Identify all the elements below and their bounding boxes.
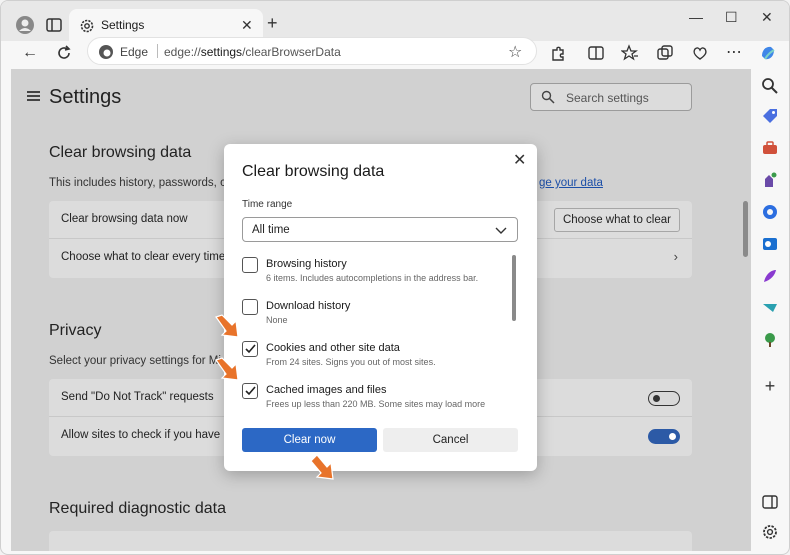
close-tab-icon[interactable]: ✕	[241, 17, 253, 34]
privacy-heading: Privacy	[49, 322, 102, 339]
clear-browsing-description: This includes history, passwords, coo	[49, 177, 239, 189]
address-separator	[157, 44, 158, 58]
dialog-title: Clear browsing data	[242, 163, 385, 180]
settings-header: Settings Search settings	[11, 69, 751, 127]
download-history-checkbox[interactable]	[242, 299, 258, 315]
split-screen-icon[interactable]	[587, 44, 605, 62]
choose-what-to-clear-button[interactable]: Choose what to clear	[553, 208, 680, 232]
hide-sidebar-icon[interactable]	[761, 493, 779, 511]
clear-browsing-dialog: Clear browsing data ✕ Time range All tim…	[224, 144, 537, 471]
cancel-button[interactable]: Cancel	[383, 428, 518, 452]
annotation-arrow-icon	[215, 314, 239, 338]
profile-icon[interactable]	[15, 15, 35, 35]
checkmark-icon	[245, 386, 256, 396]
option-download-history[interactable]: Download history None	[242, 299, 502, 335]
time-range-label: Time range	[242, 199, 293, 210]
favorite-star-icon[interactable]: ☆	[508, 42, 522, 62]
search-icon	[541, 90, 555, 104]
refresh-icon[interactable]	[55, 44, 73, 62]
option-browsing-history[interactable]: Browsing history 6 items. Includes autoc…	[242, 257, 502, 293]
more-options-icon[interactable]: ⋯	[725, 44, 743, 62]
back-icon[interactable]: ←	[21, 44, 39, 62]
dialog-scrollbar[interactable]	[512, 255, 516, 321]
checkmark-icon	[245, 344, 256, 354]
window-close-icon[interactable]: ✕	[761, 9, 773, 26]
do-not-track-toggle[interactable]	[648, 391, 680, 406]
diagnostic-card	[49, 531, 692, 551]
new-tab-icon[interactable]: +	[267, 14, 278, 32]
navigation-toolbar: ← Edge edge://settings/clearBrowserData …	[1, 37, 789, 67]
search-placeholder: Search settings	[566, 91, 649, 105]
microsoft-365-icon[interactable]	[761, 203, 779, 221]
collections-icon[interactable]	[656, 44, 674, 62]
extensions-icon[interactable]	[549, 44, 567, 62]
minimize-icon[interactable]: —	[689, 9, 703, 25]
cached-images-checkbox[interactable]	[242, 383, 258, 399]
designer-icon[interactable]	[761, 267, 779, 285]
clear-browsing-heading: Clear browsing data	[49, 144, 192, 161]
gear-icon	[80, 19, 94, 33]
menu-icon[interactable]	[27, 91, 40, 101]
games-icon[interactable]	[761, 171, 779, 189]
tab-title: Settings	[101, 18, 145, 32]
option-sub: Frees up less than 220 MB. Some sites ma…	[266, 399, 486, 409]
search-icon[interactable]	[761, 77, 779, 95]
chevron-down-icon	[495, 227, 507, 234]
drop-icon[interactable]	[761, 299, 779, 317]
dialog-close-icon[interactable]: ✕	[513, 150, 526, 170]
time-range-value: All time	[252, 224, 290, 236]
option-sub: 6 items. Includes autocompletions in the…	[266, 273, 479, 283]
page-title: Settings	[49, 86, 122, 108]
outlook-icon[interactable]	[761, 235, 779, 253]
time-range-select[interactable]: All time	[242, 217, 518, 242]
cookies-checkbox[interactable]	[242, 341, 258, 357]
clear-every-time-label: Choose what to clear every time	[61, 251, 226, 263]
option-label: Browsing history	[266, 258, 347, 270]
browser-essentials-icon[interactable]	[691, 44, 709, 62]
sidebar-settings-icon[interactable]	[761, 523, 779, 541]
page-scrollbar[interactable]	[743, 201, 748, 257]
privacy-description: Select your privacy settings for Mi	[49, 355, 221, 367]
tree-icon[interactable]	[761, 331, 779, 349]
clear-now-button[interactable]: Clear now	[242, 428, 377, 452]
copilot-icon[interactable]	[759, 44, 777, 62]
favorites-icon[interactable]	[621, 44, 639, 62]
add-sidebar-app-icon[interactable]: +	[761, 377, 779, 395]
option-sub: From 24 sites. Signs you out of most sit…	[266, 357, 436, 367]
edge-label: Edge	[120, 45, 149, 59]
tools-briefcase-icon[interactable]	[761, 139, 779, 157]
clear-now-label: Clear browsing data now	[61, 213, 188, 225]
annotation-arrow-icon	[310, 454, 334, 480]
browsing-history-checkbox[interactable]	[242, 257, 258, 273]
edge-sidebar: +	[755, 69, 785, 551]
option-label: Cookies and other site data	[266, 342, 400, 354]
payment-methods-toggle[interactable]	[648, 429, 680, 444]
diagnostic-heading: Required diagnostic data	[49, 500, 227, 517]
shopping-tag-icon[interactable]	[761, 107, 779, 125]
chevron-right-icon: ›	[673, 249, 678, 264]
manage-data-link[interactable]: ge your data	[539, 177, 603, 189]
option-cached-images[interactable]: Cached images and files Frees up less th…	[242, 383, 502, 419]
browser-window: Settings ✕ + — ☐ ✕ ← Edge edge://setting…	[0, 0, 790, 555]
url-text: edge://settings/clearBrowserData	[164, 45, 341, 59]
title-bar: Settings ✕ + — ☐ ✕	[1, 1, 789, 41]
option-sub: None	[266, 315, 288, 325]
maximize-icon[interactable]: ☐	[725, 9, 738, 26]
option-cookies[interactable]: Cookies and other site data From 24 site…	[242, 341, 502, 377]
do-not-track-label: Send "Do Not Track" requests	[61, 391, 214, 403]
tab-actions-icon[interactable]	[45, 16, 63, 34]
search-settings-input[interactable]: Search settings	[530, 83, 692, 111]
annotation-arrow-icon	[215, 357, 239, 381]
address-bar[interactable]: Edge edge://settings/clearBrowserData ☆	[87, 37, 537, 65]
edge-logo-icon	[99, 45, 113, 59]
payment-methods-label: Allow sites to check if you have p	[61, 429, 230, 441]
option-label: Cached images and files	[266, 384, 387, 396]
option-label: Download history	[266, 300, 351, 312]
